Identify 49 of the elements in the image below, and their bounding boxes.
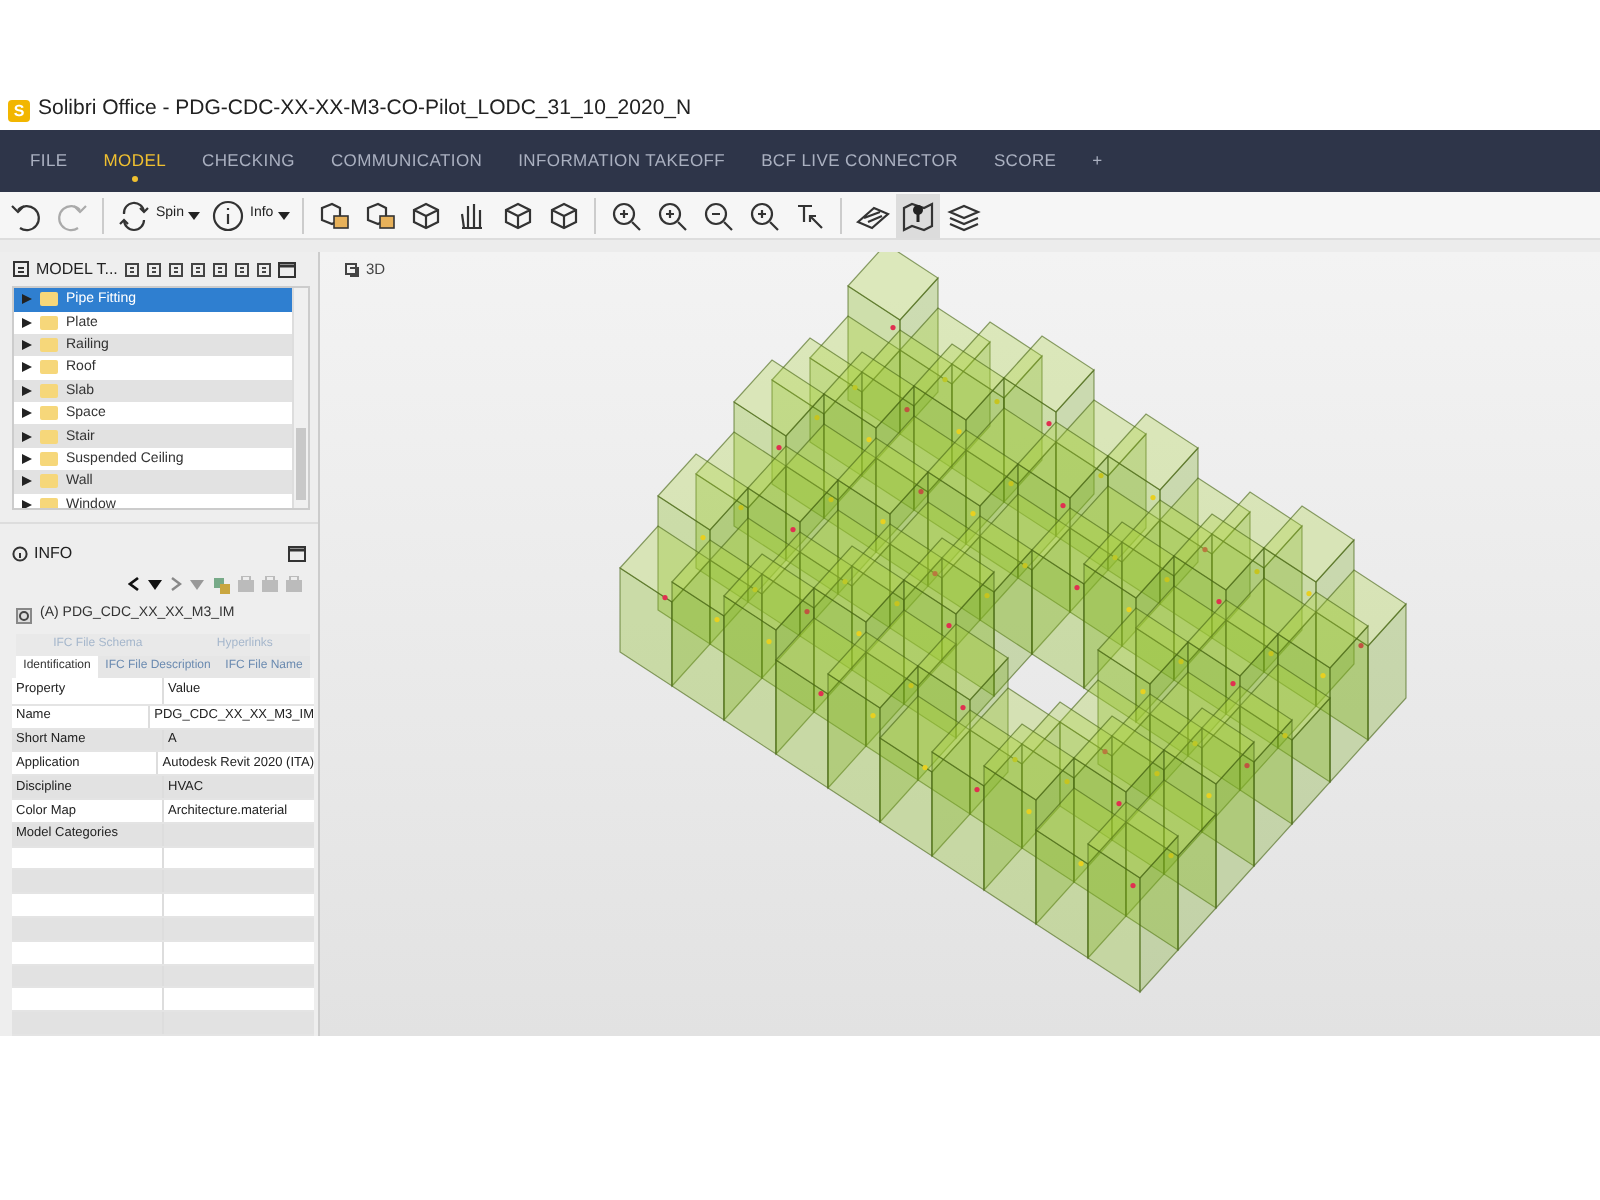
tree-tool-icon[interactable]	[167, 261, 184, 278]
caret-icon[interactable]	[148, 579, 162, 590]
zoom-icon	[745, 197, 782, 233]
zoom-icon	[607, 197, 644, 233]
panel-title: INFO	[34, 542, 75, 567]
maximize-icon[interactable]	[277, 261, 296, 278]
rotate-icon	[116, 197, 152, 233]
expand-arrow-icon[interactable]	[22, 408, 32, 419]
map-pin-icon	[899, 197, 936, 233]
info-icon	[12, 546, 28, 563]
tree-icon	[12, 260, 30, 279]
window-title: Solibri Office - PDG-CDC-XX-XX-M3-CO-Pilot_LODC_31_10_2020_N	[38, 94, 692, 125]
cube-icon	[407, 197, 444, 233]
zoom-out-icon	[699, 197, 736, 233]
menu-tab[interactable]: BCF LIVE CONNECTOR	[743, 130, 976, 192]
expand-arrow-icon[interactable]	[22, 499, 32, 509]
boxes-icon	[315, 197, 352, 233]
menu-tab[interactable]: COMMUNICATION	[312, 130, 501, 192]
cube-icon	[499, 197, 536, 233]
maximize-icon[interactable]	[288, 546, 306, 563]
scrollbar[interactable]	[292, 288, 308, 509]
model-icon	[16, 607, 32, 624]
info-icon	[210, 197, 247, 233]
tree-tool-icon[interactable]	[233, 261, 250, 278]
caret-icon	[277, 211, 290, 219]
expand-arrow-icon[interactable]	[22, 385, 32, 396]
tree-tool-icon[interactable]	[211, 261, 228, 278]
menu-tab[interactable]: INFORMATION TAKEOFF	[500, 130, 744, 192]
building-model-drawing[interactable]	[619, 252, 1407, 994]
view-icon	[344, 261, 360, 278]
boxes-icon	[361, 197, 398, 233]
expand-arrow-icon[interactable]	[22, 317, 32, 328]
app-logo: S	[8, 99, 30, 121]
panel-title: MODEL T...	[36, 257, 118, 282]
menu-tab[interactable]: +	[1074, 130, 1121, 192]
tree-tool-icon[interactable]	[255, 261, 272, 278]
tree-tool-icon[interactable]	[123, 261, 140, 278]
cube-icon	[545, 197, 582, 233]
menu-tab[interactable]: FILE	[12, 130, 86, 192]
expand-arrow-icon[interactable]	[22, 431, 32, 442]
menu-tab[interactable]: CHECKING	[184, 130, 313, 192]
menu-tab[interactable]: SCORE	[975, 130, 1075, 192]
menu-tab[interactable]: MODEL	[85, 130, 184, 192]
zoom-in-icon	[653, 197, 690, 233]
caret-icon	[188, 211, 201, 219]
tree-tool-icon[interactable]	[189, 261, 206, 278]
back-icon[interactable]	[128, 576, 140, 593]
tree-tool-icon[interactable]	[145, 261, 162, 278]
toolbar-button[interactable]	[895, 193, 940, 237]
